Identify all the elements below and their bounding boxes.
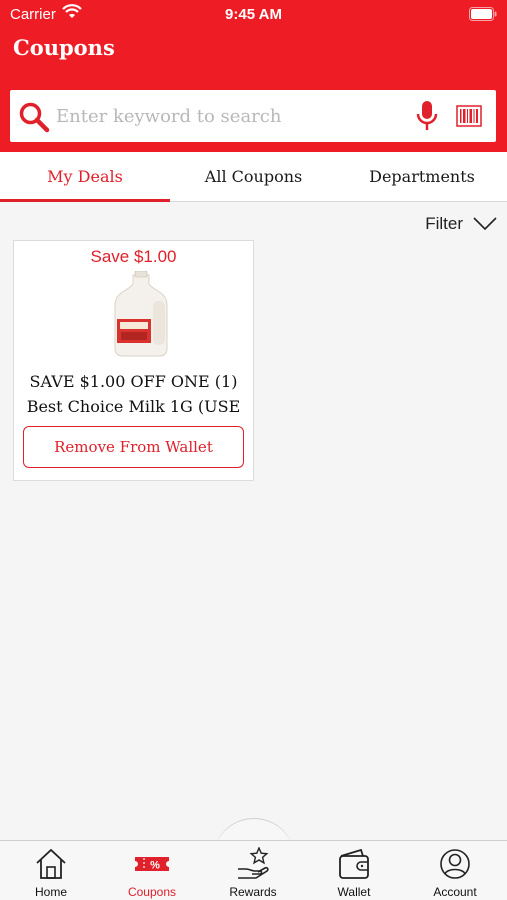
- search-icon[interactable]: [18, 101, 50, 133]
- coupon-card[interactable]: Save $1.00 SAVE $1.00 OFF ONE (1) Best C…: [13, 240, 254, 481]
- account-icon: [440, 849, 470, 879]
- app-header: Carrier 9:45 AM Coupons: [0, 0, 507, 152]
- coupon-icon-glyph: %: [150, 860, 160, 872]
- coupon-icon: %: [135, 857, 169, 872]
- product-image-milk: [114, 271, 168, 357]
- filter-label: Filter: [425, 214, 463, 233]
- tab-departments[interactable]: Departments: [337, 152, 507, 202]
- active-tab-indicator: [0, 199, 170, 202]
- coupon-description: SAVE $1.00 OFF ONE (1) Best Choice Milk …: [26, 372, 241, 416]
- search-input[interactable]: [56, 102, 406, 130]
- nav-home-label: Home: [34, 885, 67, 899]
- remove-from-wallet-button[interactable]: Remove From Wallet: [23, 426, 244, 468]
- coupon-tabs: My Deals All Coupons Departments: [0, 152, 507, 202]
- rewards-icon: [238, 847, 269, 879]
- status-time: 9:45 AM: [225, 6, 282, 23]
- status-bar: Carrier 9:45 AM: [0, 0, 507, 28]
- microphone-icon[interactable]: [415, 100, 439, 132]
- filter-button[interactable]: Filter: [425, 210, 497, 238]
- nav-home[interactable]: Home: [6, 845, 96, 900]
- page-title: Coupons: [13, 35, 115, 60]
- search-bar: [10, 90, 496, 142]
- nav-account-label: Account: [433, 885, 477, 899]
- home-icon: [36, 848, 66, 879]
- nav-rewards[interactable]: Rewards: [208, 845, 298, 900]
- wallet-icon: [339, 848, 369, 879]
- barcode-scan-icon[interactable]: [456, 104, 482, 128]
- coupon-savings: Save $1.00: [90, 247, 177, 266]
- nav-account[interactable]: Account: [410, 845, 500, 900]
- nav-wallet-label: Wallet: [337, 885, 371, 899]
- nav-coupons[interactable]: % Coupons: [107, 845, 197, 900]
- tab-my-deals[interactable]: My Deals: [0, 152, 170, 202]
- nav-rewards-label: Rewards: [229, 885, 277, 899]
- nav-coupons-label: Coupons: [127, 885, 177, 899]
- tab-all-coupons[interactable]: All Coupons: [170, 152, 337, 202]
- nav-wallet[interactable]: Wallet: [309, 845, 399, 900]
- bottom-nav: Home % Coupons Rewards Wallet Account: [0, 840, 507, 900]
- battery-icon: [469, 7, 497, 21]
- chevron-down-icon: [473, 217, 497, 231]
